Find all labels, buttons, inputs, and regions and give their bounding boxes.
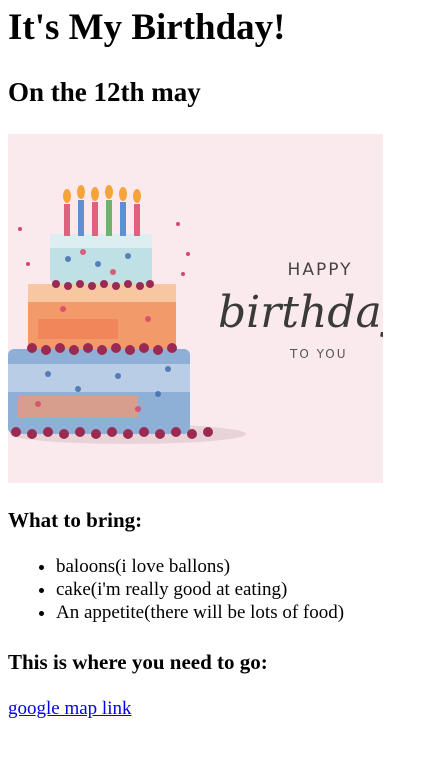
birthday-cake-image: HAPPY birthday TO YOU <box>8 134 383 483</box>
list-item: cake(i'm really good at eating) <box>56 578 435 601</box>
birthday-lettering: birthday <box>218 287 383 338</box>
happy-lettering: HAPPY <box>288 260 353 280</box>
bring-list: baloons(i love ballons) cake(i'm really … <box>8 555 435 624</box>
what-to-bring-heading: What to bring: <box>8 508 143 532</box>
page: It's My Birthday! On the 12th may HAPPY … <box>0 6 443 720</box>
location-heading: This is where you need to go: <box>8 650 268 674</box>
party-date: On the 12th may <box>8 77 201 107</box>
to-you-lettering: TO YOU <box>289 347 348 361</box>
page-title: It's My Birthday! <box>8 7 286 48</box>
list-item: An appetite(there will be lots of food) <box>56 601 435 624</box>
map-paragraph: google map link <box>8 697 435 720</box>
list-item: baloons(i love ballons) <box>56 555 435 578</box>
google-map-link[interactable]: google map link <box>8 698 131 719</box>
